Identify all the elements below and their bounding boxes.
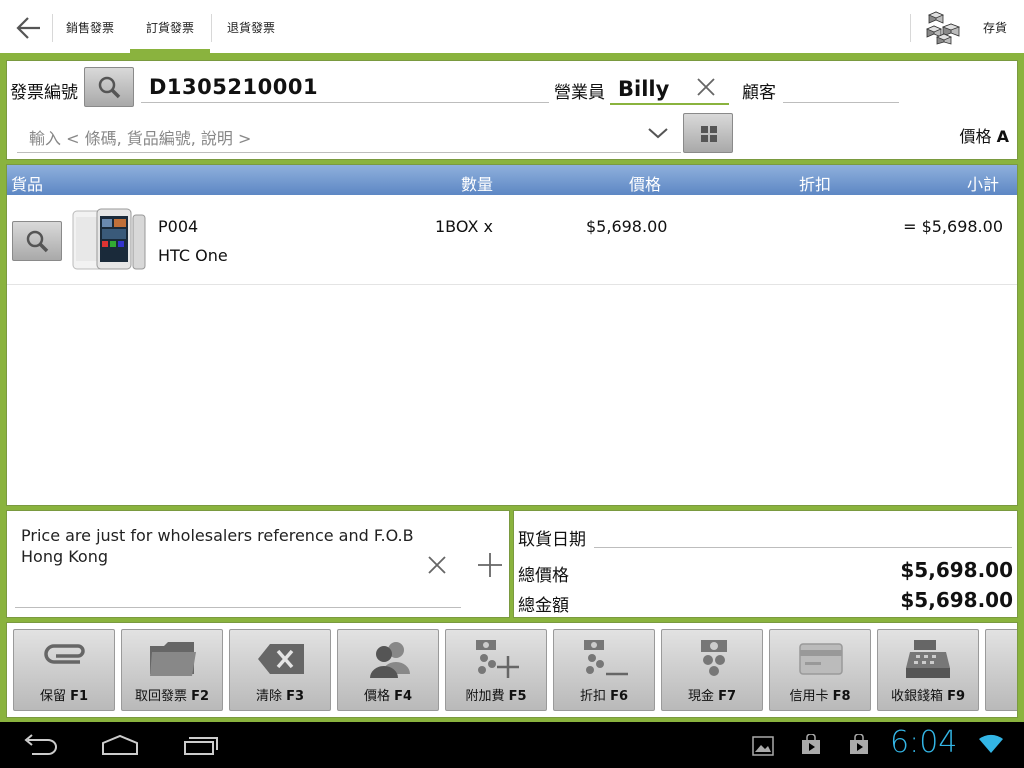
inventory-boxes-icon[interactable] bbox=[926, 10, 962, 46]
clear-salesman-icon[interactable] bbox=[694, 75, 718, 99]
credit-card-button-label: 信用卡 F8 bbox=[789, 689, 851, 704]
salesman-label: 營業員 bbox=[554, 83, 605, 103]
play-store-notification-icon[interactable] bbox=[800, 734, 822, 756]
invoice-header-panel: 發票編號 D1305210001 營業員 Billy 顧客 輸入 < 條碼, 貨… bbox=[6, 60, 1018, 160]
add-note-icon[interactable] bbox=[477, 552, 503, 578]
search-icon bbox=[26, 230, 49, 253]
pickup-date-label: 取貨日期 bbox=[518, 530, 586, 550]
column-header-price: 價格 bbox=[629, 175, 662, 194]
gallery-notification-icon[interactable] bbox=[752, 736, 774, 756]
inventory-button[interactable]: 存貨 bbox=[975, 0, 1015, 56]
price-level[interactable]: 價格 A bbox=[960, 123, 1010, 147]
credit-card-button[interactable]: 信用卡 F8 bbox=[769, 629, 871, 711]
recall-invoice-button[interactable]: 取回發票 F2 bbox=[121, 629, 223, 711]
total-amount-value: $5,698.00 bbox=[900, 588, 1013, 612]
backspace-icon bbox=[258, 644, 304, 674]
clear-button[interactable]: 清除 F3 bbox=[229, 629, 331, 711]
surcharge-button[interactable]: 附加費 F5 bbox=[445, 629, 547, 711]
item-search-input[interactable]: 輸入 < 條碼, 貨品編號, 說明 > bbox=[17, 115, 681, 153]
column-header-qty: 數量 bbox=[461, 175, 494, 194]
recent-apps-icon[interactable] bbox=[182, 734, 220, 756]
item-code: P004 bbox=[158, 217, 199, 236]
discount-button-label: 折扣 F6 bbox=[579, 689, 629, 704]
invoice-no-value: D1305210001 bbox=[149, 75, 319, 99]
total-amount-label: 總金額 bbox=[518, 596, 569, 616]
grid-icon bbox=[701, 126, 717, 142]
totals-panel: 取貨日期 總價格 $5,698.00 總金額 $5,698.00 bbox=[513, 510, 1018, 618]
credit-card-icon bbox=[799, 643, 843, 675]
system-nav-bar: 6:04 bbox=[0, 722, 1024, 768]
back-nav-icon[interactable] bbox=[22, 734, 60, 756]
invoice-no-label: 發票編號 bbox=[10, 83, 78, 103]
column-header-item: 貨品 bbox=[11, 175, 44, 194]
price-button-label: 價格 F4 bbox=[363, 689, 413, 704]
item-price: $5,698.00 bbox=[586, 217, 668, 236]
recall-invoice-button-label: 取回發票 F2 bbox=[134, 689, 210, 704]
surcharge-icon bbox=[476, 640, 519, 678]
function-button-bar: 保留 F1 取回發票 F2 清除 F3 價格 F4 附加費 F5 折扣 F6 現… bbox=[6, 622, 1018, 718]
tab-sales-invoice[interactable]: 銷售發票 bbox=[52, 0, 128, 53]
table-header: 貨品 數量 價格 折扣 小計 bbox=[7, 165, 1017, 195]
tab-order-invoice[interactable]: 訂貨發票 bbox=[130, 0, 210, 53]
cash-icon bbox=[701, 640, 727, 676]
item-subtotal: = $5,698.00 bbox=[903, 217, 1003, 236]
discount-icon bbox=[584, 640, 628, 676]
back-arrow-icon[interactable] bbox=[14, 14, 44, 42]
search-icon bbox=[98, 76, 121, 99]
users-icon bbox=[370, 642, 410, 678]
chevron-down-icon[interactable] bbox=[647, 125, 669, 141]
item-input-placeholder: 輸入 < 條碼, 貨品編號, 說明 > bbox=[29, 129, 252, 148]
table-row[interactable]: P004 HTC One 1BOX x $5,698.00 = $5,698.0… bbox=[7, 195, 1017, 285]
folder-icon bbox=[150, 642, 196, 676]
tab-return-invoice[interactable]: 退貨發票 bbox=[212, 0, 290, 53]
surcharge-button-label: 附加費 F5 bbox=[465, 689, 527, 704]
row-search-button[interactable] bbox=[12, 221, 62, 261]
hold-button-label: 保留 F1 bbox=[39, 689, 89, 704]
paperclip-icon bbox=[44, 644, 85, 664]
home-nav-icon[interactable] bbox=[100, 734, 140, 756]
cash-register-icon bbox=[906, 640, 950, 678]
customer-label: 顧客 bbox=[742, 83, 776, 103]
item-grid-button[interactable] bbox=[683, 113, 733, 153]
play-store-notification-icon[interactable] bbox=[848, 734, 870, 756]
customer-field[interactable] bbox=[783, 65, 899, 103]
salesman-field[interactable]: Billy bbox=[610, 65, 729, 105]
notes-panel: Price are just for wholesalers reference… bbox=[6, 510, 510, 618]
cash-drawer-button[interactable]: 收銀錢箱 F9 bbox=[877, 629, 979, 711]
column-header-subtotal: 小計 bbox=[967, 175, 1000, 194]
action-bar: 銷售發票 訂貨發票 退貨發票 存貨 bbox=[0, 0, 1024, 56]
hold-button[interactable]: 保留 F1 bbox=[13, 629, 115, 711]
notes-underline bbox=[15, 607, 461, 608]
wifi-icon bbox=[979, 734, 1003, 753]
discount-button[interactable]: 折扣 F6 bbox=[553, 629, 655, 711]
pickup-date-field[interactable] bbox=[594, 547, 1012, 548]
clear-notes-icon[interactable] bbox=[425, 553, 449, 577]
salesman-value: Billy bbox=[618, 77, 670, 101]
invoice-no-field[interactable]: D1305210001 bbox=[141, 65, 549, 103]
price-level-label: 價格 bbox=[959, 127, 992, 146]
notes-text[interactable]: Price are just for wholesalers reference… bbox=[21, 525, 421, 567]
status-clock: 6:04 bbox=[890, 725, 958, 760]
more-function-button[interactable] bbox=[985, 629, 1017, 711]
clear-button-label: 清除 F3 bbox=[255, 689, 305, 704]
item-qty: 1BOX x bbox=[435, 217, 493, 236]
tab-divider bbox=[910, 14, 911, 42]
total-price-label: 總價格 bbox=[518, 566, 569, 586]
product-thumbnail bbox=[72, 208, 146, 270]
total-price-value: $5,698.00 bbox=[900, 558, 1013, 582]
cash-drawer-button-label: 收銀錢箱 F9 bbox=[890, 689, 966, 704]
item-name: HTC One bbox=[158, 246, 228, 265]
items-table: 貨品 數量 價格 折扣 小計 P004 HTC One 1BOX x $5,69… bbox=[6, 164, 1018, 506]
price-level-value: A bbox=[996, 127, 1009, 146]
cash-button-label: 現金 F7 bbox=[687, 689, 737, 704]
price-button[interactable]: 價格 F4 bbox=[337, 629, 439, 711]
cash-button[interactable]: 現金 F7 bbox=[661, 629, 763, 711]
column-header-discount: 折扣 bbox=[799, 175, 832, 194]
invoice-search-button[interactable] bbox=[84, 67, 134, 107]
